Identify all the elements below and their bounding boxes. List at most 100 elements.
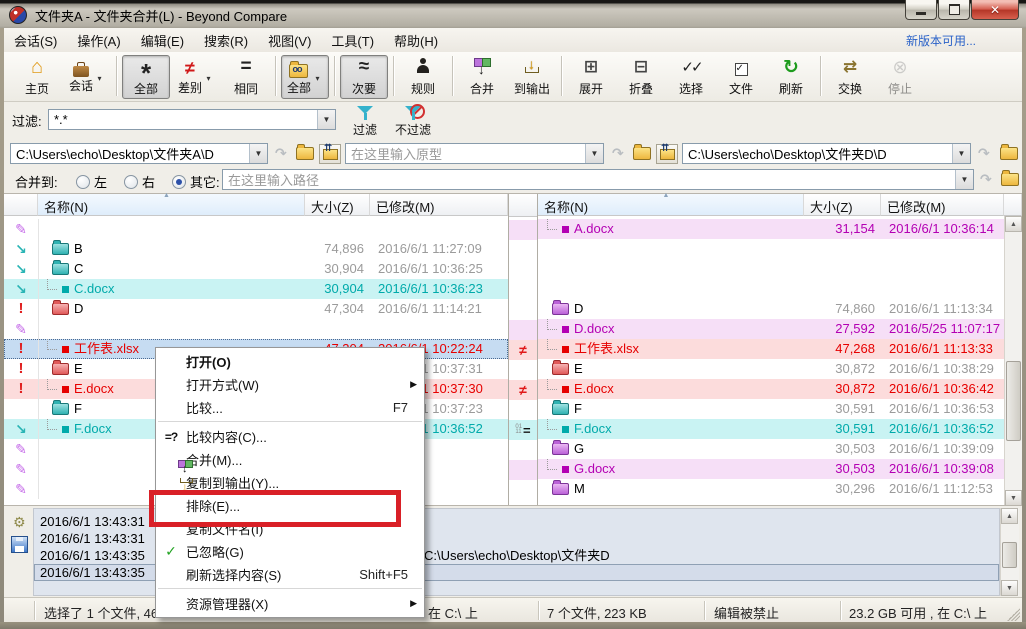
table-row[interactable]: D74,8602016/6/1 11:13:34 (538, 299, 1004, 319)
toolbar-button-briefcase[interactable]: 会话▾ (63, 55, 111, 99)
toolbar-button-merge[interactable]: ↓合并 (458, 55, 506, 99)
resize-grip[interactable] (1007, 608, 1020, 621)
radio-merge-right[interactable]: 右 (124, 172, 155, 191)
browse-folder-icon[interactable] (633, 147, 651, 160)
toolbar-button-expand[interactable]: ⊞展开 (567, 55, 615, 99)
table-row[interactable]: E.docx30,8722016/6/1 10:36:42 (538, 379, 1004, 399)
context-menu-item[interactable]: ↓合并(M)... (156, 448, 424, 471)
chevron-down-icon[interactable]: ▾ (94, 60, 105, 96)
table-row[interactable] (538, 239, 1004, 259)
table-row[interactable]: ✎ (4, 219, 508, 239)
radio-merge-other[interactable]: 其它: (172, 172, 220, 191)
parent-folder-icon[interactable]: ⇈ (656, 144, 678, 164)
parent-folder-icon[interactable]: ⇈ (319, 144, 341, 164)
name-cell[interactable]: G.docx (538, 459, 804, 479)
gear-icon[interactable]: ⚙ (13, 514, 26, 531)
chevron-down-icon[interactable]: ▼ (317, 110, 335, 129)
toolbar-button-star[interactable]: *全部 (122, 55, 170, 99)
filter-button[interactable]: 过滤 (342, 104, 388, 138)
chevron-down-icon[interactable]: ▼ (952, 144, 970, 163)
menu-view[interactable]: 视图(V) (258, 28, 321, 53)
name-cell[interactable]: B (38, 239, 305, 259)
browse-folder-icon[interactable] (296, 147, 314, 160)
name-cell[interactable]: E.docx (538, 379, 804, 399)
right-modified-header[interactable]: 已修改(M) (881, 194, 1004, 216)
radio-icon[interactable] (76, 175, 90, 189)
context-menu-item[interactable]: 刷新选择内容(S)Shift+F5 (156, 563, 424, 586)
toolbar-button-folder-glasses[interactable]: oo全部▾ (281, 55, 329, 99)
right-name-header[interactable]: ▲名称(N) (538, 194, 804, 216)
right-pane-scrollbar[interactable]: ▲ ▼ (1004, 216, 1023, 506)
menu-search[interactable]: 搜索(R) (194, 28, 258, 53)
prototype-combobox[interactable]: 在这里输入原型 ▼ (345, 143, 604, 164)
menu-session[interactable]: 会话(S) (4, 28, 67, 53)
toolbar-button-approx[interactable]: ≈次要 (340, 55, 388, 99)
context-menu-item[interactable]: 比较...F7 (156, 396, 424, 419)
right-path-combobox[interactable]: C:\Users\echo\Desktop\文件夹D\D ▼ (682, 143, 971, 164)
jump-arrow-icon[interactable]: ↷ (275, 145, 287, 162)
scroll-up-icon[interactable]: ▲ (1001, 508, 1018, 524)
context-menu-item[interactable]: ✓已忽略(G) (156, 540, 424, 563)
left-size-header[interactable]: 大小(Z) (305, 194, 370, 216)
name-cell[interactable]: M (538, 479, 804, 499)
menu-actions[interactable]: 操作(A) (67, 28, 130, 53)
chevron-down-icon[interactable]: ▾ (203, 60, 214, 96)
merge-output-path-input[interactable]: 在这里输入路径 ▼ (222, 169, 974, 190)
title-bar[interactable]: 文件夹A - 文件夹合并(L) - Beyond Compare ✕ (0, 0, 1026, 28)
maximize-button[interactable] (938, 0, 970, 20)
name-cell[interactable]: 工作表.xlsx (538, 339, 804, 359)
table-row[interactable]: F30,5912016/6/1 10:36:53 (538, 399, 1004, 419)
name-cell[interactable]: C (38, 259, 305, 279)
scroll-down-icon[interactable]: ▼ (1005, 490, 1022, 506)
left-path-value[interactable]: C:\Users\echo\Desktop\文件夹A\D (11, 144, 249, 163)
jump-arrow-icon[interactable]: ↷ (612, 145, 624, 162)
new-version-link[interactable]: 新版本可用... (906, 32, 976, 49)
toolbar-button-output[interactable]: ↓到输出 (508, 55, 556, 99)
table-row[interactable]: ↘C30,9042016/6/1 10:36:25 (4, 259, 508, 279)
scroll-down-icon[interactable]: ▼ (1001, 580, 1018, 596)
table-row[interactable]: G.docx30,5032016/6/1 10:39:08 (538, 459, 1004, 479)
minimize-button[interactable] (905, 0, 937, 20)
left-name-header[interactable]: ▲名称(N) (38, 194, 305, 216)
jump-arrow-icon[interactable]: ↷ (978, 145, 990, 162)
table-row[interactable] (538, 259, 1004, 279)
close-button[interactable]: ✕ (971, 0, 1019, 20)
table-row[interactable]: G30,5032016/6/1 10:39:09 (538, 439, 1004, 459)
name-cell[interactable]: F (538, 399, 804, 419)
table-row[interactable]: ↘B74,8962016/6/1 11:27:09 (4, 239, 508, 259)
scrollbar-thumb[interactable] (1006, 361, 1021, 441)
radio-merge-left[interactable]: 左 (76, 172, 107, 191)
name-cell[interactable]: F.docx (538, 419, 804, 439)
right-size-header[interactable]: 大小(Z) (804, 194, 881, 216)
toolbar-button-home[interactable]: ⌂主页 (13, 55, 61, 99)
radio-icon[interactable] (172, 175, 186, 189)
menu-help[interactable]: 帮助(H) (384, 28, 448, 53)
toolbar-button-select[interactable]: ✓✓选择 (667, 55, 715, 99)
context-menu-item[interactable]: 打开(O) (156, 350, 424, 373)
name-cell[interactable]: G (538, 439, 804, 459)
table-row[interactable]: E30,8722016/6/1 10:38:29 (538, 359, 1004, 379)
no-filter-button[interactable]: 不过滤 (390, 104, 436, 138)
menu-tools[interactable]: 工具(T) (321, 28, 384, 53)
left-path-combobox[interactable]: C:\Users\echo\Desktop\文件夹A\D ▼ (10, 143, 268, 164)
table-row[interactable]: ✎ (4, 319, 508, 339)
scroll-up-icon[interactable]: ▲ (1005, 216, 1022, 232)
filter-combobox[interactable]: *.* ▼ (48, 109, 336, 130)
name-cell[interactable]: C.docx (38, 279, 305, 299)
left-modified-header[interactable]: 已修改(M) (370, 194, 508, 216)
toolbar-button-swap[interactable]: ⇄交换 (826, 55, 874, 99)
jump-arrow-icon[interactable]: ↷ (980, 171, 992, 188)
scrollbar-thumb[interactable] (1002, 542, 1017, 568)
context-menu-item[interactable]: 打开方式(W)▶ (156, 373, 424, 396)
toolbar-button-eq[interactable]: =相同 (222, 55, 270, 99)
table-row[interactable]: M30,2962016/6/1 11:12:53 (538, 479, 1004, 499)
chevron-down-icon[interactable]: ▼ (955, 170, 973, 189)
merge-path-placeholder[interactable]: 在这里输入路径 (223, 170, 955, 189)
menu-edit[interactable]: 编辑(E) (131, 28, 194, 53)
context-menu-item[interactable]: 排除(E)... (156, 494, 424, 517)
table-row[interactable]: 工作表.xlsx47,2682016/6/1 11:13:33 (538, 339, 1004, 359)
toolbar-button-files[interactable]: ✓文件 (717, 55, 765, 99)
table-row[interactable]: !D47,3042016/6/1 11:14:21 (4, 299, 508, 319)
table-row[interactable]: A.docx31,1542016/6/1 10:36:14 (538, 219, 1004, 239)
right-path-value[interactable]: C:\Users\echo\Desktop\文件夹D\D (683, 144, 952, 163)
